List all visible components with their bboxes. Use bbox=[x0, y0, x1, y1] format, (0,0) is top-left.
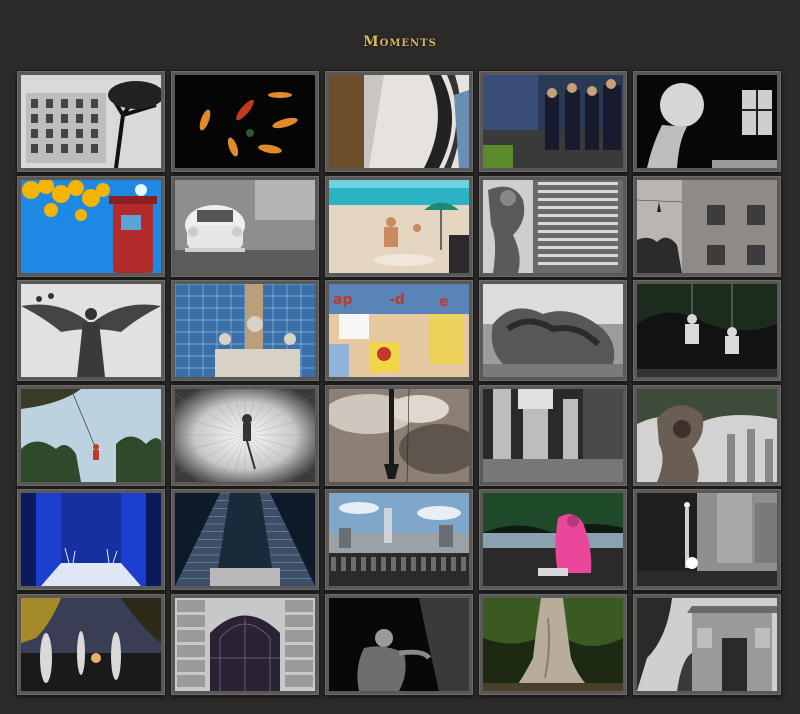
gallery-thumbnail[interactable] bbox=[325, 593, 473, 695]
thumbnail-photo-graphic bbox=[483, 179, 623, 273]
thumbnail-image bbox=[637, 597, 777, 691]
gallery-thumbnail[interactable] bbox=[171, 489, 319, 591]
thumbnail-photo-graphic bbox=[329, 75, 469, 168]
gallery-thumbnail[interactable] bbox=[17, 593, 165, 695]
gallery-thumbnail[interactable] bbox=[633, 489, 781, 591]
thumbnail-photo-graphic bbox=[483, 388, 623, 482]
gallery-thumbnail[interactable] bbox=[17, 280, 165, 382]
thumbnail-photo-graphic bbox=[637, 75, 777, 168]
gallery-thumbnail[interactable] bbox=[17, 489, 165, 591]
thumbnail-image bbox=[21, 284, 161, 378]
thumbnail-image bbox=[329, 597, 469, 691]
thumbnail-image bbox=[483, 493, 623, 587]
thumbnail-image bbox=[175, 75, 315, 168]
svg-text:ap: ap bbox=[333, 292, 352, 308]
thumbnail-photo-graphic bbox=[329, 388, 469, 482]
svg-text:e: e bbox=[439, 294, 449, 310]
thumbnail-image bbox=[483, 597, 623, 691]
thumbnail-image bbox=[483, 179, 623, 273]
gallery-thumbnail[interactable]: ap -d e bbox=[325, 280, 473, 382]
gallery-thumbnail[interactable] bbox=[325, 175, 473, 277]
thumbnail-image: ap -d e bbox=[329, 284, 469, 378]
gallery-thumbnail[interactable] bbox=[633, 280, 781, 382]
thumbnail-photo-graphic bbox=[21, 493, 161, 587]
thumbnail-photo-graphic bbox=[21, 179, 161, 273]
thumbnail-image bbox=[637, 493, 777, 587]
gallery-thumbnail[interactable] bbox=[17, 384, 165, 486]
thumbnail-image bbox=[175, 493, 315, 587]
gallery-thumbnail[interactable] bbox=[479, 384, 627, 486]
thumbnail-photo-graphic bbox=[637, 179, 777, 273]
thumbnail-photo-graphic bbox=[21, 284, 161, 378]
thumbnail-image bbox=[483, 75, 623, 168]
thumbnail-photo-graphic bbox=[21, 597, 161, 691]
thumbnail-photo-graphic bbox=[483, 493, 623, 587]
thumbnail-photo-graphic bbox=[21, 75, 161, 168]
thumbnail-photo-graphic bbox=[329, 493, 469, 587]
thumbnail-image bbox=[21, 597, 161, 691]
thumbnail-photo-graphic bbox=[175, 388, 315, 482]
thumbnail-photo-graphic bbox=[175, 597, 315, 691]
thumbnail-image bbox=[329, 75, 469, 168]
thumbnail-photo-graphic bbox=[483, 75, 623, 168]
gallery-thumbnail[interactable] bbox=[171, 593, 319, 695]
thumbnail-photo-graphic bbox=[483, 597, 623, 691]
thumbnail-photo-graphic bbox=[329, 179, 469, 273]
svg-text:-d: -d bbox=[389, 292, 405, 308]
gallery-thumbnail[interactable] bbox=[171, 280, 319, 382]
thumbnail-image bbox=[637, 179, 777, 273]
thumbnail-photo-graphic bbox=[175, 284, 315, 378]
thumbnail-image bbox=[175, 179, 315, 273]
gallery-thumbnail[interactable] bbox=[171, 384, 319, 486]
gallery-thumbnail[interactable] bbox=[479, 175, 627, 277]
thumbnail-image bbox=[21, 75, 161, 168]
gallery-thumbnail[interactable] bbox=[17, 71, 165, 172]
thumbnail-image bbox=[637, 284, 777, 378]
thumbnail-photo-graphic bbox=[637, 597, 777, 691]
gallery-thumbnail[interactable] bbox=[479, 593, 627, 695]
thumbnail-image bbox=[21, 388, 161, 482]
thumbnail-photo-graphic bbox=[21, 388, 161, 482]
thumbnail-grid: ap -d e bbox=[17, 71, 781, 695]
gallery-thumbnail[interactable] bbox=[479, 280, 627, 382]
gallery-thumbnail[interactable] bbox=[633, 71, 781, 172]
thumbnail-image bbox=[483, 388, 623, 482]
thumbnail-image bbox=[175, 597, 315, 691]
gallery-thumbnail[interactable] bbox=[479, 489, 627, 591]
thumbnail-image bbox=[175, 284, 315, 378]
gallery-page: Moments ap -d e bbox=[0, 0, 800, 714]
thumbnail-photo-graphic bbox=[483, 284, 623, 378]
gallery-thumbnail[interactable] bbox=[17, 175, 165, 277]
thumbnail-photo-graphic bbox=[637, 284, 777, 378]
thumbnail-photo-graphic bbox=[329, 597, 469, 691]
thumbnail-image bbox=[637, 388, 777, 482]
gallery-thumbnail[interactable] bbox=[479, 71, 627, 172]
gallery-thumbnail[interactable] bbox=[633, 593, 781, 695]
gallery-thumbnail[interactable] bbox=[325, 384, 473, 486]
thumbnail-image bbox=[21, 179, 161, 273]
thumbnail-image bbox=[175, 388, 315, 482]
thumbnail-photo-graphic bbox=[175, 493, 315, 587]
thumbnail-photo-graphic bbox=[175, 75, 315, 168]
thumbnail-image bbox=[21, 493, 161, 587]
gallery-thumbnail[interactable] bbox=[171, 71, 319, 172]
thumbnail-image bbox=[483, 284, 623, 378]
thumbnail-photo-graphic bbox=[637, 493, 777, 587]
gallery-thumbnail[interactable] bbox=[633, 384, 781, 486]
gallery-thumbnail[interactable] bbox=[171, 175, 319, 277]
gallery-thumbnail[interactable] bbox=[633, 175, 781, 277]
thumbnail-photo-graphic bbox=[637, 388, 777, 482]
thumbnail-image bbox=[329, 388, 469, 482]
thumbnail-image bbox=[637, 75, 777, 168]
thumbnail-image bbox=[329, 179, 469, 273]
gallery-thumbnail[interactable] bbox=[325, 489, 473, 591]
thumbnail-photo-graphic: ap -d e bbox=[329, 284, 469, 378]
thumbnail-photo-graphic bbox=[175, 179, 315, 273]
thumbnail-image bbox=[329, 493, 469, 587]
gallery-thumbnail[interactable] bbox=[325, 71, 473, 172]
page-title: Moments bbox=[363, 34, 437, 50]
